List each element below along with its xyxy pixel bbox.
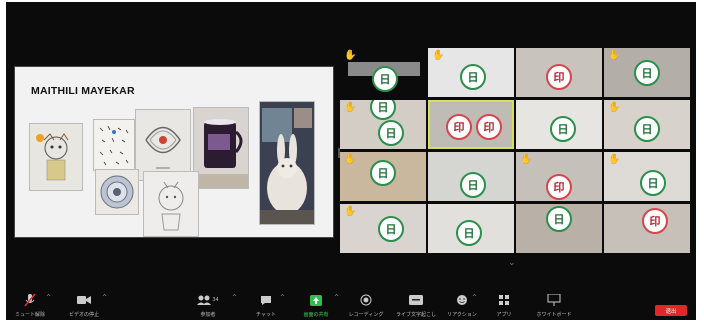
captions-label: ライブ文字起こし (395, 312, 436, 318)
record-button[interactable]: レコーディング (344, 290, 388, 322)
raised-hand-icon: ✋ (608, 154, 621, 165)
share-screen-icon (310, 292, 322, 308)
share-label: 画面の共有 (303, 312, 329, 318)
raised-hand-icon: ✋ (520, 154, 533, 165)
meeting-screen: MAITHILI MAYEKAR ✋ 日 ✋ 日 印 ✋ 日 ✋ 日 日 印 印… (0, 0, 704, 322)
apps-label: アプリ (496, 312, 512, 318)
green-stamp-icon: 日 (370, 160, 396, 186)
green-stamp-icon: 日 (634, 60, 660, 86)
participant-tile[interactable]: ✋ 日 (340, 152, 426, 201)
mug-photo (193, 107, 249, 189)
red-stamp-icon: 印 (546, 64, 572, 90)
participant-tile[interactable]: ✋ 印 (516, 152, 602, 201)
participant-tile[interactable]: ✋ 日 (604, 152, 690, 201)
mute-button[interactable]: ミュート解除 (10, 290, 50, 322)
chevron-up-icon[interactable]: ^ (280, 294, 285, 301)
green-stamp-icon: 日 (378, 216, 404, 242)
participant-tile[interactable]: 日 (516, 204, 602, 253)
green-stamp-icon: 日 (460, 64, 486, 90)
green-stamp-icon: 日 (378, 120, 404, 146)
video-camera-icon (77, 292, 91, 308)
slide-title: MAITHILI MAYEKAR (31, 85, 135, 97)
gallery-grid: ✋ 日 ✋ 日 印 ✋ 日 ✋ 日 日 印 印 日 ✋ 日 ✋ 日 日 ✋ 印 … (332, 46, 690, 253)
apps-button[interactable]: アプリ (490, 290, 518, 322)
participant-tile-active[interactable]: 印 印 (428, 100, 514, 149)
sketch-photo (143, 171, 199, 237)
captions-icon (409, 292, 423, 308)
meeting-toolbar: ミュート解除 ^ ビデオの停止 ^ 34 参加者 ^ チャット ^ 画面の共有 … (0, 290, 704, 322)
participant-tile[interactable]: ✋ 日 (428, 48, 514, 97)
participant-tile[interactable]: 印 (516, 48, 602, 97)
bunny-photo (259, 101, 315, 225)
red-stamp-icon: 印 (546, 174, 572, 200)
chevron-up-icon[interactable]: ^ (102, 294, 107, 301)
record-label: レコーディング (348, 312, 384, 318)
raised-hand-icon: ✋ (432, 50, 445, 61)
green-stamp-icon: 日 (456, 220, 482, 246)
participants-button[interactable]: 34 参加者 (190, 290, 226, 322)
whiteboard-button[interactable]: ホワイトボード (532, 290, 576, 322)
raised-hand-icon: ✋ (344, 154, 357, 165)
video-label: ビデオの停止 (68, 312, 99, 318)
green-stamp-icon: 日 (370, 100, 396, 120)
participant-tile[interactable]: ✋ 日 (340, 48, 426, 97)
participant-count: 34 (212, 297, 219, 303)
reactions-label: リアクション (447, 312, 477, 318)
share-screen-button[interactable]: 画面の共有 (296, 290, 336, 322)
chevron-up-icon[interactable]: ^ (472, 294, 477, 301)
raised-hand-icon: ✋ (608, 50, 621, 61)
green-stamp-icon: 日 (550, 116, 576, 142)
leave-button[interactable]: 退出 (655, 305, 687, 316)
red-stamp-icon: 印 (476, 114, 502, 140)
chevron-up-icon[interactable]: ^ (334, 294, 339, 301)
red-stamp-icon: 印 (446, 114, 472, 140)
participants-label: 参加者 (200, 312, 216, 318)
green-stamp-icon: 日 (546, 206, 572, 232)
whiteboard-label: ホワイトボード (536, 312, 572, 318)
participant-tile[interactable]: ✋ 日 (604, 48, 690, 97)
red-stamp-icon: 印 (642, 208, 668, 234)
drawing-photo-1 (29, 123, 83, 191)
raised-hand-icon: ✋ (344, 206, 357, 217)
participant-tile[interactable]: 日 (428, 152, 514, 201)
smiley-icon (456, 292, 468, 308)
green-stamp-icon: 日 (634, 116, 660, 142)
chevron-down-icon[interactable]: ⌄ (508, 258, 516, 268)
chat-icon (260, 292, 272, 308)
mandala-photo (95, 169, 139, 215)
chevron-up-icon[interactable]: ^ (232, 294, 237, 301)
drawing-photo-2 (93, 119, 135, 171)
record-icon (360, 292, 372, 308)
participant-tile[interactable]: ✋ 日 (340, 204, 426, 253)
muted-mic-icon (24, 292, 36, 308)
shared-screen: MAITHILI MAYEKAR (14, 66, 334, 238)
whiteboard-icon (547, 292, 561, 308)
participants-icon: 34 (197, 292, 219, 308)
participant-tile[interactable]: 日 (516, 100, 602, 149)
raised-hand-icon: ✋ (608, 102, 621, 113)
green-stamp-icon: 日 (372, 66, 398, 92)
green-stamp-icon: 日 (640, 170, 666, 196)
chevron-up-icon[interactable]: ^ (46, 294, 51, 301)
green-stamp-icon: 日 (460, 172, 486, 198)
chat-label: チャット (256, 312, 276, 318)
raised-hand-icon: ✋ (344, 102, 357, 113)
chat-button[interactable]: チャット (250, 290, 282, 322)
apps-icon (498, 292, 510, 308)
participant-tile[interactable]: 日 (428, 204, 514, 253)
stop-video-button[interactable]: ビデオの停止 (62, 290, 106, 322)
participant-tile[interactable]: ✋ 日 日 (340, 100, 426, 149)
raised-hand-icon: ✋ (344, 50, 357, 61)
live-captions-button[interactable]: ライブ文字起こし (394, 290, 438, 322)
mute-label: ミュート解除 (14, 312, 45, 318)
participant-tile[interactable]: ✋ 日 (604, 100, 690, 149)
participant-tile[interactable]: 印 (604, 204, 690, 253)
